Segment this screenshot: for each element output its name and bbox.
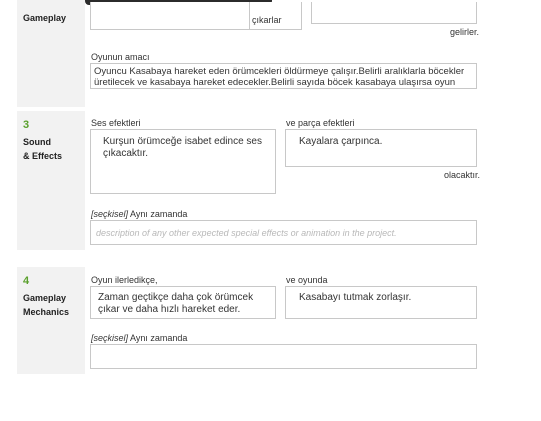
sound-optional-label: [seçkisel] Aynı zamanda [91, 209, 187, 219]
mechanics-progress-label: Oyun ilerledikçe, [91, 275, 158, 285]
sound-effects-text: Kurşun örümceğe isabet edince ses çıkaca… [103, 136, 262, 159]
section-number-mechanics: 4 [23, 275, 30, 287]
mechanics-progress-text: Zaman geçtikçe daha çok örümcek çıkar ve… [98, 292, 254, 315]
sound-effects-textarea[interactable]: Kurşun örümceğe isabet edince ses çıkaca… [90, 129, 276, 194]
section-number-sound: 3 [23, 119, 30, 131]
section-title-sound-line2: & Effects [23, 151, 63, 161]
sound-suffix: olacaktır. [444, 170, 481, 180]
gameplay-field-3[interactable] [311, 2, 477, 24]
mechanics-optional-tag: [seçkisel] [91, 333, 129, 343]
mechanics-ingame-label: ve oyunda [286, 275, 328, 285]
section-sidebar-mechanics: 4 Gameplay Mechanics [17, 267, 85, 374]
particle-effects-textarea[interactable]: Kayalara çarpınca. [285, 129, 477, 167]
section-title-sound-line1: Sound [23, 137, 51, 147]
particle-effects-label: ve parça efektleri [286, 118, 355, 128]
section-sidebar-sound: 3 Sound & Effects [17, 111, 85, 250]
sound-effects-label: Ses efektleri [91, 118, 141, 128]
gameplay-suffix-right: gelirler. [450, 27, 480, 37]
mechanics-optional-label: [seçkisel] Aynı zamanda [91, 333, 187, 343]
mechanics-progress-textarea[interactable]: Zaman geçtikçe daha çok örümcek çıkar ve… [90, 286, 276, 319]
mechanics-optional-input[interactable] [90, 344, 477, 369]
sound-optional-tag: [seçkisel] [91, 209, 129, 219]
mechanics-optional-text: Aynı zamanda [130, 333, 188, 343]
gameplay-field-1[interactable] [90, 2, 250, 30]
sound-optional-placeholder: description of any other expected specia… [96, 228, 397, 238]
mechanics-ingame-text: Kasabayı tutmak zorlaşır. [299, 292, 412, 303]
particle-effects-text: Kayalara çarpınca. [299, 136, 383, 147]
section-sidebar-gameplay: Gameplay [17, 0, 85, 107]
mechanics-ingame-textarea[interactable]: Kasabayı tutmak zorlaşır. [285, 286, 477, 319]
section-title-mechanics-line2: Mechanics [23, 307, 70, 317]
goal-text: Oyuncu Kasabaya hareket eden örümcekleri… [94, 66, 465, 88]
gameplay-field-2[interactable]: çıkarlar [250, 2, 302, 30]
goal-label: Oyunun amacı [91, 52, 150, 62]
sound-optional-text: Aynı zamanda [130, 209, 188, 219]
gameplay-suffix-left: çıkarlar [252, 15, 282, 25]
goal-textarea[interactable]: Oyuncu Kasabaya hareket eden örümcekleri… [90, 63, 477, 89]
sound-optional-input[interactable]: description of any other expected specia… [90, 220, 477, 245]
section-title-gameplay: Gameplay [23, 13, 67, 23]
section-title-mechanics-line1: Gameplay [23, 293, 67, 303]
